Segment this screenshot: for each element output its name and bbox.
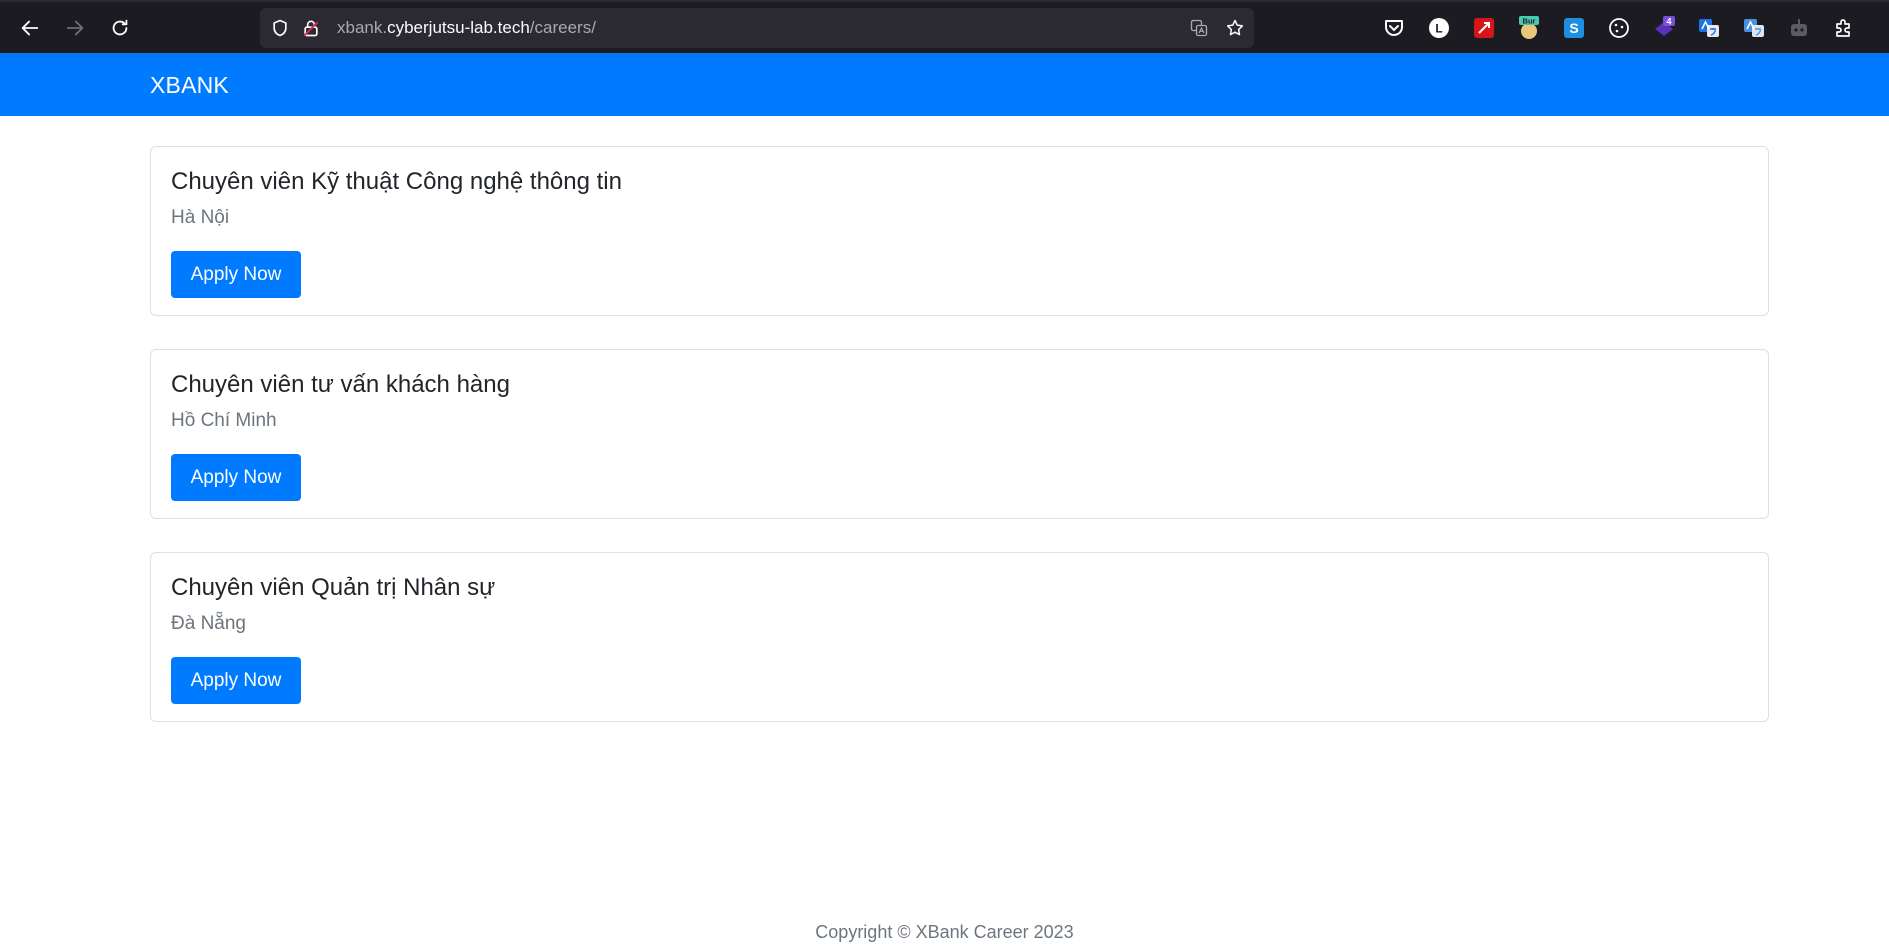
- extension-s-label: S: [1569, 20, 1578, 36]
- extension-l-label: L: [1435, 22, 1442, 36]
- bookmark-star-icon[interactable]: [1224, 17, 1246, 39]
- url-bar[interactable]: xbank.cyberjutsu-lab.tech/careers/: [260, 8, 1254, 48]
- job-title: Chuyên viên Quản trị Nhân sự: [171, 574, 496, 601]
- footer-copyright: Copyright © XBank Career 2023: [815, 922, 1074, 942]
- cookie-icon[interactable]: [1606, 15, 1632, 41]
- back-button[interactable]: [16, 14, 44, 42]
- translate-page-icon[interactable]: [1188, 17, 1210, 39]
- job-location: Hà Nội: [171, 207, 230, 228]
- robot-icon[interactable]: [1786, 15, 1812, 41]
- job-title: Chuyên viên Kỹ thuật Công nghệ thông tin: [171, 168, 622, 195]
- arrow-right-icon: [66, 20, 84, 36]
- job-card: Chuyên viên Kỹ thuật Công nghệ thông tin…: [150, 146, 1769, 316]
- job-card: Chuyên viên Quản trị Nhân sự Đà Nẵng App…: [150, 552, 1769, 722]
- extension-s-icon[interactable]: S: [1561, 15, 1587, 41]
- pocket-icon[interactable]: [1381, 15, 1407, 41]
- reload-button[interactable]: [106, 14, 134, 42]
- reload-icon: [112, 19, 128, 36]
- insecure-lock-icon[interactable]: [300, 17, 322, 39]
- job-card: Chuyên viên tư vấn khách hàng Hồ Chí Min…: [150, 349, 1769, 519]
- site-navbar: XBANK: [0, 53, 1889, 116]
- extensions-puzzle-icon[interactable]: [1831, 15, 1857, 41]
- forward-button[interactable]: [61, 14, 89, 42]
- translate-alt-icon[interactable]: [1741, 15, 1767, 41]
- extension-badge-icon[interactable]: 4: [1651, 15, 1677, 41]
- url-text: xbank.cyberjutsu-lab.tech/careers/: [337, 18, 596, 38]
- brand-logo[interactable]: XBANK: [150, 71, 229, 99]
- url-path: /careers/: [529, 18, 596, 37]
- burp-icon[interactable]: Bur: [1516, 15, 1542, 41]
- apply-now-button[interactable]: Apply Now: [171, 251, 301, 298]
- extension-red-icon[interactable]: [1471, 15, 1497, 41]
- url-host-prefix: xbank.: [337, 18, 388, 37]
- job-location: Đà Nẵng: [171, 613, 246, 634]
- extension-l-icon[interactable]: L: [1426, 15, 1452, 41]
- translate-icon[interactable]: [1696, 15, 1722, 41]
- shield-icon[interactable]: [269, 17, 291, 39]
- url-host: cyberjutsu-lab.tech: [387, 18, 530, 37]
- apply-now-button[interactable]: Apply Now: [171, 454, 301, 501]
- browser-toolbar: xbank.cyberjutsu-lab.tech/careers/ L Bur…: [0, 0, 1889, 53]
- job-location: Hồ Chí Minh: [171, 410, 277, 431]
- arrow-left-icon: [21, 20, 39, 36]
- burp-label: Bur: [1523, 17, 1536, 26]
- apply-now-button[interactable]: Apply Now: [171, 657, 301, 704]
- job-title: Chuyên viên tư vấn khách hàng: [171, 371, 510, 398]
- extension-badge-count: 4: [1666, 17, 1671, 27]
